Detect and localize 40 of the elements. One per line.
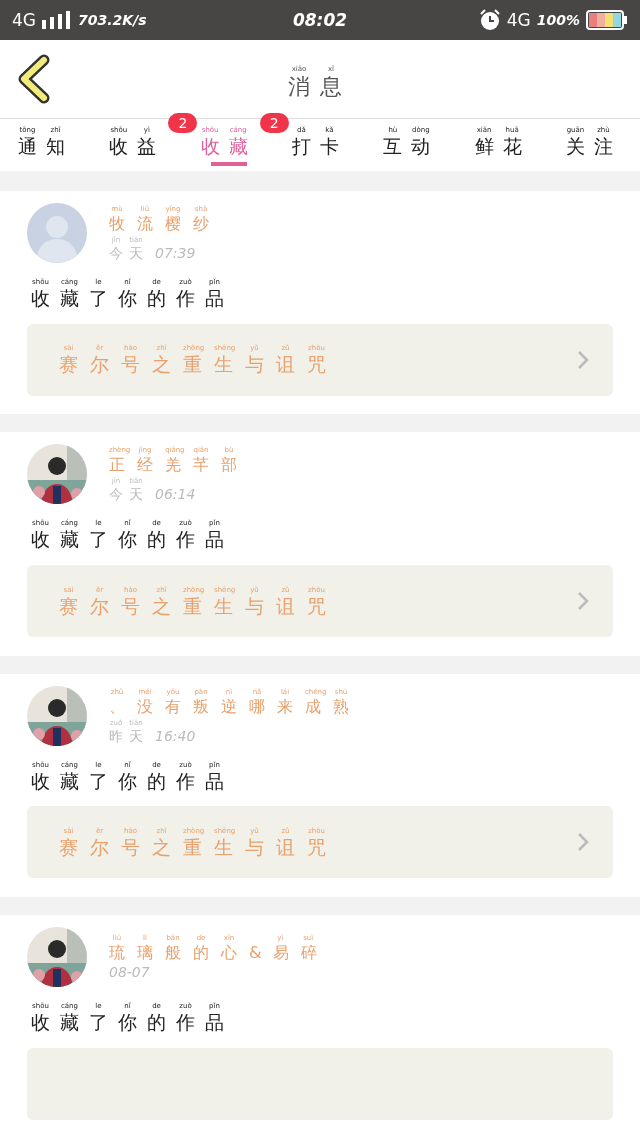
- tab-label: 鲜花: [474, 135, 531, 158]
- page-title: 消息: [288, 73, 352, 101]
- chevron-right-icon: [577, 591, 589, 612]
- tab-label: 关注: [565, 135, 622, 158]
- user-name: 正经羌芊部: [109, 455, 249, 475]
- battery-icon: [586, 10, 628, 30]
- signal-icon: [42, 11, 72, 29]
- work-title: 赛尔号之重生与诅咒: [59, 835, 338, 859]
- chevron-right-icon: [577, 832, 589, 853]
- alarm-icon: [478, 9, 501, 31]
- tab-label: 收益: [109, 135, 166, 158]
- default-avatar-icon: [27, 203, 87, 263]
- message-text: 收藏了你的作品: [31, 528, 234, 552]
- day-label: 今天: [109, 245, 149, 262]
- user-name: 牧流樱纱: [109, 214, 221, 234]
- count-badge: 2: [168, 113, 198, 133]
- tab-label: 互动: [383, 135, 440, 158]
- post-time: 16:40: [155, 727, 196, 745]
- user-name: 琉璃般的心&易碎: [109, 942, 330, 962]
- message-text: 收藏了你的作品: [31, 1010, 234, 1034]
- post-time: 08-07: [109, 963, 150, 981]
- day-label: 昨天: [109, 727, 149, 745]
- tab-label: 收藏: [200, 135, 257, 158]
- post-time: 07:39: [155, 245, 196, 262]
- network-label: 4G: [506, 10, 531, 30]
- network-label: 4G: [12, 10, 36, 30]
- user-name: 、没有叛逆哪来成熟: [109, 696, 361, 716]
- battery-percent: 100%: [536, 12, 580, 28]
- tab-label: 打卡: [292, 135, 348, 158]
- clock-time: 08:02: [292, 10, 348, 30]
- post-time: 06:14: [155, 486, 196, 504]
- message-text: 收藏了你的作品: [31, 287, 234, 310]
- network-speed: 703.2K/s: [78, 12, 147, 28]
- chevron-right-icon: [577, 349, 589, 370]
- day-label: 今天: [109, 486, 149, 504]
- tab-label: 通知: [18, 135, 74, 158]
- work-title: 赛尔号之重生与诅咒: [59, 594, 338, 618]
- count-badge: 2: [259, 113, 289, 133]
- work-title: 赛尔号之重生与诅咒: [59, 353, 338, 377]
- message-text: 收藏了你的作品: [31, 769, 234, 793]
